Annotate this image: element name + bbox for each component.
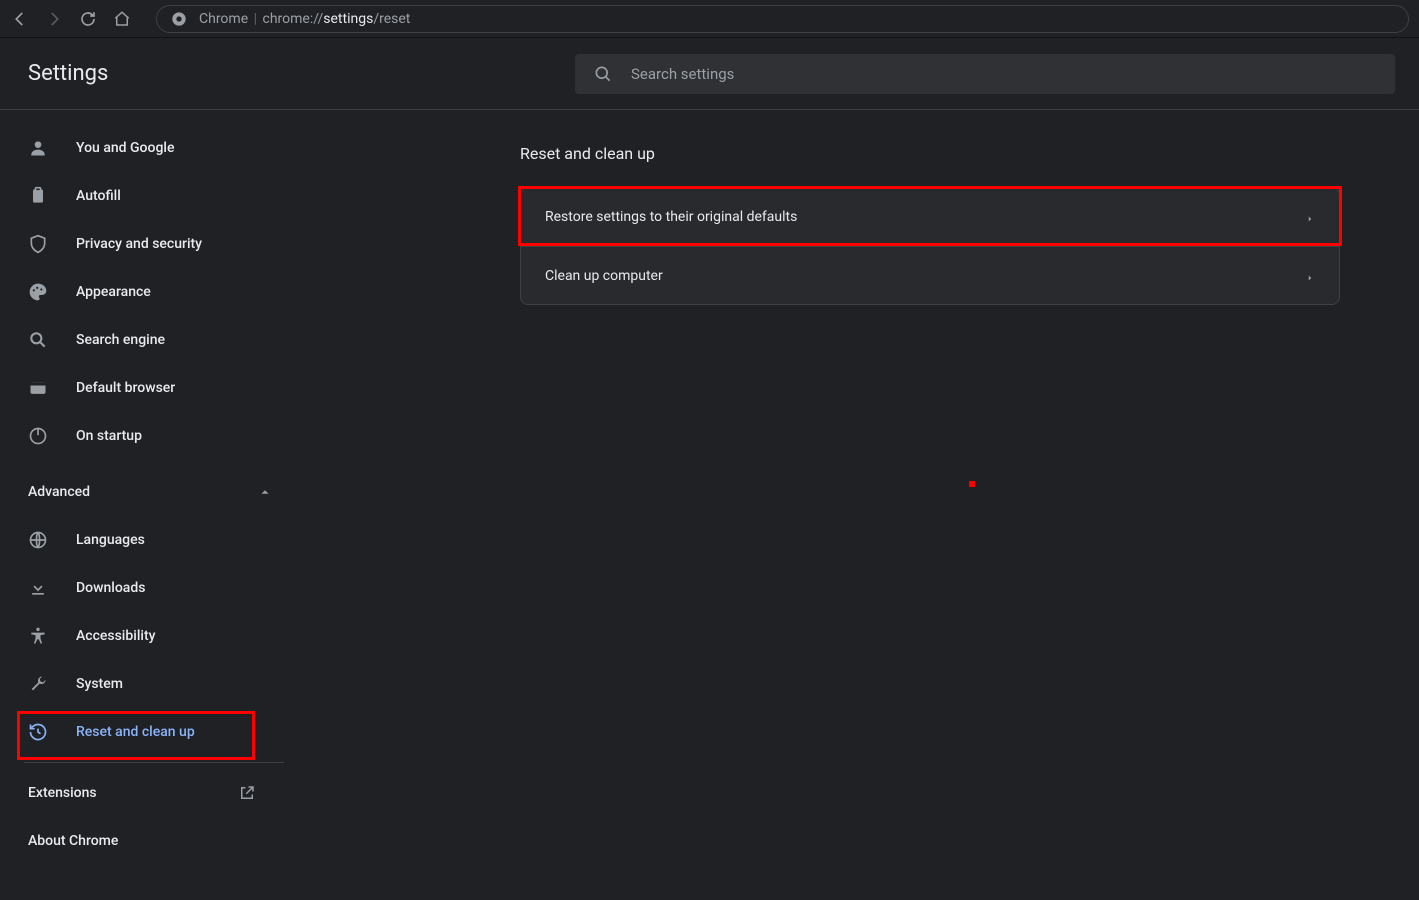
- row-label: Restore settings to their original defau…: [545, 209, 797, 225]
- home-icon[interactable]: [112, 9, 132, 29]
- sidebar-item-default-browser[interactable]: Default browser: [0, 364, 300, 412]
- advanced-label: Advanced: [28, 484, 90, 500]
- sidebar-item-appearance[interactable]: Appearance: [0, 268, 300, 316]
- reset-card: Restore settings to their original defau…: [520, 187, 1340, 305]
- sidebar-item-label: Default browser: [76, 380, 175, 396]
- omnibox-url-bold: settings: [323, 11, 373, 27]
- section-title: Reset and clean up: [520, 144, 1340, 163]
- sidebar-item-search-engine[interactable]: Search engine: [0, 316, 300, 364]
- sidebar-separator: [24, 762, 284, 763]
- chevron-right-icon: [1305, 212, 1315, 222]
- accessibility-icon: [28, 626, 48, 646]
- browser-toolbar: Chrome | chrome://settings/reset: [0, 0, 1419, 38]
- sidebar-item-label: Accessibility: [76, 628, 155, 644]
- row-clean-up[interactable]: Clean up computer: [521, 246, 1339, 304]
- open-in-new-icon: [238, 784, 256, 802]
- reload-icon[interactable]: [78, 9, 98, 29]
- person-icon: [28, 138, 48, 158]
- sidebar-item-autofill[interactable]: Autofill: [0, 172, 300, 220]
- sidebar-item-accessibility[interactable]: Accessibility: [0, 612, 300, 660]
- sidebar-item-extensions[interactable]: Extensions: [0, 769, 284, 817]
- omnibox-url-dim: chrome://: [263, 11, 324, 27]
- sidebar-item-label: You and Google: [76, 140, 174, 156]
- palette-icon: [28, 282, 48, 302]
- extensions-label: Extensions: [28, 785, 97, 801]
- sidebar-item-label: Reset and clean up: [76, 724, 195, 740]
- omnibox-sep: |: [254, 11, 257, 27]
- sidebar-item-label: On startup: [76, 428, 142, 444]
- chrome-badge-icon: [171, 11, 187, 27]
- restore-icon: [28, 722, 48, 742]
- sidebar-item-label: Downloads: [76, 580, 145, 596]
- red-dot: [969, 481, 975, 487]
- back-icon[interactable]: [10, 9, 30, 29]
- sidebar-item-label: Appearance: [76, 284, 151, 300]
- sidebar-item-downloads[interactable]: Downloads: [0, 564, 300, 612]
- omnibox-prefix: Chrome: [199, 11, 248, 27]
- globe-icon: [28, 530, 48, 550]
- sidebar-item-reset[interactable]: Reset and clean up: [0, 708, 300, 756]
- row-label: Clean up computer: [545, 268, 663, 284]
- sidebar-item-label: Search engine: [76, 332, 165, 348]
- sidebar-item-label: System: [76, 676, 123, 692]
- sidebar-item-languages[interactable]: Languages: [0, 516, 300, 564]
- sidebar-item-on-startup[interactable]: On startup: [0, 412, 300, 460]
- search-icon: [28, 330, 48, 350]
- download-icon: [28, 578, 48, 598]
- about-label: About Chrome: [28, 833, 118, 849]
- sidebar-item-you-and-google[interactable]: You and Google: [0, 124, 300, 172]
- forward-icon: [44, 9, 64, 29]
- page-title: Settings: [28, 61, 108, 86]
- search-icon: [593, 64, 613, 84]
- search-box[interactable]: [575, 54, 1395, 94]
- wrench-icon: [28, 674, 48, 694]
- power-icon: [28, 426, 48, 446]
- omnibox[interactable]: Chrome | chrome://settings/reset: [156, 5, 1409, 33]
- advanced-toggle[interactable]: Advanced: [0, 468, 300, 516]
- omnibox-url-tail: /reset: [373, 11, 410, 27]
- shield-icon: [28, 234, 48, 254]
- sidebar-item-system[interactable]: System: [0, 660, 300, 708]
- sidebar-item-label: Languages: [76, 532, 145, 548]
- search-input[interactable]: [631, 65, 1377, 83]
- browser-icon: [28, 378, 48, 398]
- sidebar-item-about[interactable]: About Chrome: [0, 817, 300, 865]
- main-content: Reset and clean up Restore settings to t…: [300, 110, 1419, 900]
- sidebar-item-privacy[interactable]: Privacy and security: [0, 220, 300, 268]
- row-restore-defaults[interactable]: Restore settings to their original defau…: [521, 188, 1339, 246]
- clipboard-icon: [28, 186, 48, 206]
- sidebar-item-label: Privacy and security: [76, 236, 202, 252]
- sidebar: You and Google Autofill Privacy and secu…: [0, 110, 300, 900]
- sidebar-item-label: Autofill: [76, 188, 121, 204]
- settings-header: Settings: [0, 38, 1419, 110]
- chevron-up-icon: [258, 485, 272, 499]
- chevron-right-icon: [1305, 271, 1315, 281]
